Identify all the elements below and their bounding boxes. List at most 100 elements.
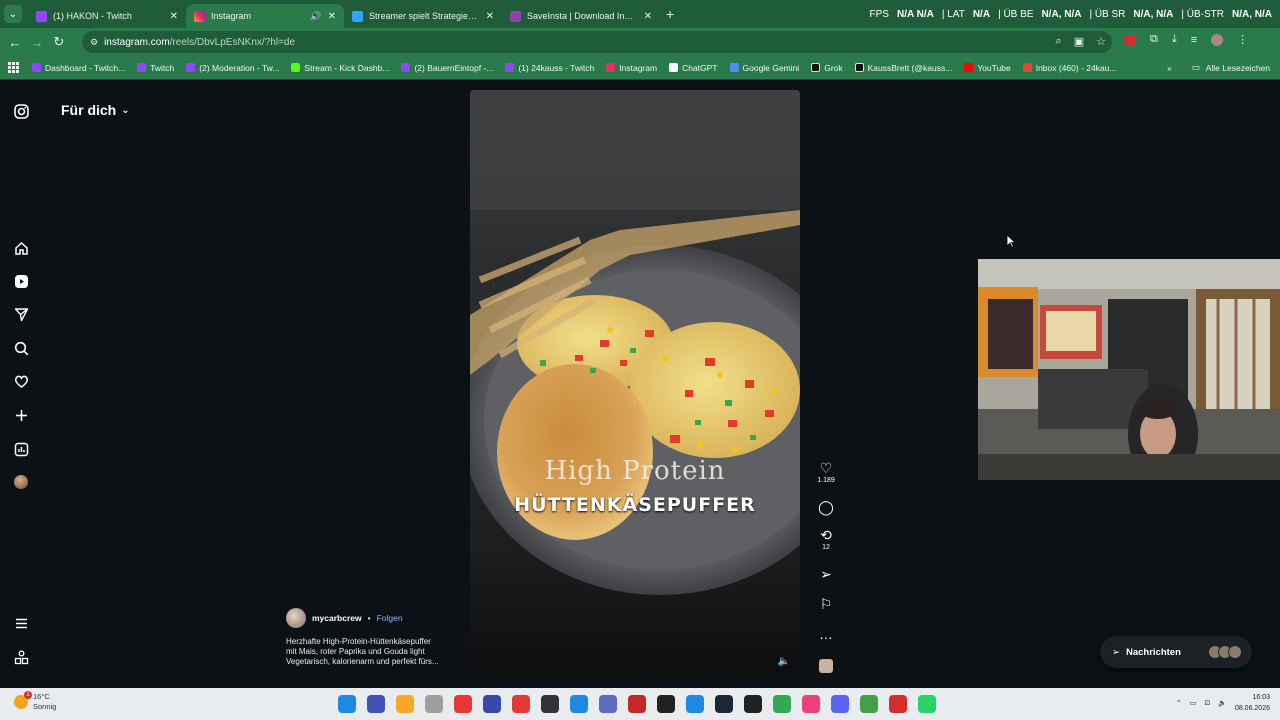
- share-button[interactable]: ➢: [814, 567, 838, 581]
- epic-games-icon[interactable]: [744, 695, 762, 713]
- heart-icon[interactable]: [13, 373, 29, 389]
- windows-start-icon[interactable]: [338, 695, 356, 713]
- tool-icon[interactable]: [599, 695, 617, 713]
- bookmark-label: Grok: [824, 62, 843, 73]
- feed-selector[interactable]: Für dich ⌄: [61, 102, 130, 118]
- more-apps-icon[interactable]: [13, 649, 29, 665]
- obs-icon[interactable]: [541, 695, 559, 713]
- tab-streamer[interactable]: Streamer spielt Strategiespiel: I ✕: [344, 4, 502, 28]
- bookmark-item[interactable]: (2) BauernEintopf -...: [401, 63, 493, 73]
- adblock-icon[interactable]: [1124, 34, 1136, 45]
- chevron-up-icon[interactable]: ⌃: [1176, 699, 1182, 707]
- mute-speaker-icon[interactable]: 🔈: [778, 656, 790, 667]
- bookmark-item[interactable]: (1) 24kauss - Twitch: [505, 63, 594, 73]
- bookmark-item[interactable]: Inbox (460) - 24kau...: [1022, 63, 1117, 73]
- close-tab-icon[interactable]: ✕: [644, 11, 652, 22]
- tab-twitch[interactable]: (1) HAKON - Twitch ✕: [28, 4, 186, 28]
- close-tab-icon[interactable]: ✕: [486, 11, 494, 22]
- app-red-icon[interactable]: [628, 695, 646, 713]
- bookmark-item[interactable]: YouTube: [964, 63, 1011, 73]
- discord-icon[interactable]: [831, 695, 849, 713]
- follow-button[interactable]: Folgen: [377, 613, 403, 623]
- site-info-icon[interactable]: ⚙: [90, 37, 98, 48]
- like-button[interactable]: ♡ 1.189: [814, 461, 838, 484]
- save-button[interactable]: ⚐: [814, 597, 838, 611]
- edge-icon[interactable]: [686, 695, 704, 713]
- bookmark-item[interactable]: KaussBrett (@kauss...: [854, 63, 952, 73]
- bookmark-item[interactable]: Twitch: [137, 63, 174, 73]
- clock[interactable]: 16:03 08.06.2026: [1235, 692, 1270, 714]
- author-name[interactable]: mycarbcrew: [312, 613, 362, 623]
- forward-arrow-icon[interactable]: →: [26, 35, 48, 50]
- audio-thumbnail[interactable]: [814, 659, 838, 678]
- avatar: [1228, 645, 1242, 659]
- opera-icon[interactable]: [454, 695, 472, 713]
- reel-caption[interactable]: Herzhafte High-Protein-Hüttenkäsepuffer …: [286, 637, 456, 667]
- new-tab-button[interactable]: +: [666, 6, 674, 22]
- bookmark-favicon-icon: [729, 63, 739, 72]
- home-icon[interactable]: [13, 240, 29, 256]
- bookmark-item[interactable]: Grok: [811, 62, 843, 73]
- bookmark-item[interactable]: Dashboard - Twitch...: [32, 63, 125, 73]
- cast-icon[interactable]: ▣: [1074, 35, 1084, 48]
- apps-grid-icon[interactable]: [8, 61, 20, 74]
- app-news-icon[interactable]: [889, 695, 907, 713]
- tab-saveinsta[interactable]: SaveInsta | Download Instagram ✕: [502, 4, 660, 28]
- v-app-icon[interactable]: [483, 695, 501, 713]
- comment-button[interactable]: ◯: [814, 500, 838, 514]
- reel-video[interactable]: High Protein HÜTTENKÄSEPUFFER 🔈: [470, 90, 800, 677]
- bookmark-star-icon[interactable]: ☆: [1096, 35, 1106, 48]
- mouse-app-icon[interactable]: [425, 695, 443, 713]
- create-icon[interactable]: [13, 407, 29, 423]
- bookmark-favicon-icon: [811, 63, 821, 72]
- whatsapp-icon[interactable]: [918, 695, 936, 713]
- extensions-icon[interactable]: ⧉: [1150, 33, 1158, 46]
- record-icon[interactable]: [512, 695, 530, 713]
- send-icon[interactable]: [13, 306, 29, 322]
- back-arrow-icon[interactable]: ←: [4, 35, 26, 50]
- file-explorer-icon[interactable]: [396, 695, 414, 713]
- menu-icon[interactable]: [13, 615, 29, 631]
- repost-button[interactable]: ⟲ 12: [814, 528, 838, 551]
- notes-icon[interactable]: [367, 695, 385, 713]
- display-icon[interactable]: ▭: [1190, 699, 1197, 707]
- profile-avatar-icon[interactable]: [13, 474, 29, 490]
- bookmarks-more-button[interactable]: »: [1167, 63, 1172, 73]
- browser-menu-icon[interactable]: ⋮: [1237, 33, 1248, 46]
- tab-instagram[interactable]: Instagram 🔊 ✕: [186, 4, 344, 28]
- bookmark-item[interactable]: Google Gemini: [729, 63, 799, 73]
- author-avatar[interactable]: [286, 608, 306, 628]
- bookmark-item[interactable]: Stream - Kick Dashb...: [291, 63, 389, 73]
- media-controls-icon[interactable]: ≡: [1191, 34, 1197, 46]
- chatgpt-icon[interactable]: [657, 695, 675, 713]
- volume-icon[interactable]: 🔈: [1218, 699, 1227, 707]
- ub-sr-value: N/A, N/A: [1133, 8, 1174, 20]
- profile-avatar-icon[interactable]: [1211, 33, 1224, 46]
- reels-icon[interactable]: [13, 273, 29, 289]
- bookmark-item[interactable]: Instagram: [606, 63, 657, 73]
- zoom-icon[interactable]: ⌕: [1056, 35, 1062, 48]
- close-tab-icon[interactable]: ✕: [170, 11, 178, 22]
- network-icon[interactable]: ⊡: [1204, 699, 1210, 707]
- reload-icon[interactable]: ↻: [48, 34, 70, 50]
- weather-widget[interactable]: 1 16°C Sonnig: [14, 691, 56, 712]
- app-pink-icon[interactable]: [802, 695, 820, 713]
- app-green-icon[interactable]: [860, 695, 878, 713]
- insights-icon[interactable]: [13, 441, 29, 457]
- bookmark-item[interactable]: (2) Moderation - Tw...: [186, 63, 279, 73]
- all-bookmarks-button[interactable]: Alle Lesezeichen: [1206, 63, 1270, 73]
- steam-icon[interactable]: [715, 695, 733, 713]
- bookmark-item[interactable]: ChatGPT: [669, 63, 718, 73]
- ub-str-value: N/A, N/A: [1232, 8, 1272, 20]
- instagram-logo-icon[interactable]: [13, 103, 29, 119]
- more-options-button[interactable]: …: [814, 627, 838, 641]
- game-icon[interactable]: [570, 695, 588, 713]
- close-tab-icon[interactable]: ✕: [328, 11, 336, 22]
- download-icon[interactable]: ⤓: [1172, 33, 1177, 46]
- speaker-icon[interactable]: 🔊: [310, 11, 321, 22]
- address-bar[interactable]: ⚙ instagram.com /reels/DbvLpEsNKnx/?hl=d…: [82, 31, 1112, 53]
- tab-search-button[interactable]: ⌄: [4, 5, 22, 23]
- chrome-icon[interactable]: [773, 695, 791, 713]
- messages-button[interactable]: ➢ Nachrichten: [1100, 636, 1252, 668]
- search-icon[interactable]: [13, 340, 29, 356]
